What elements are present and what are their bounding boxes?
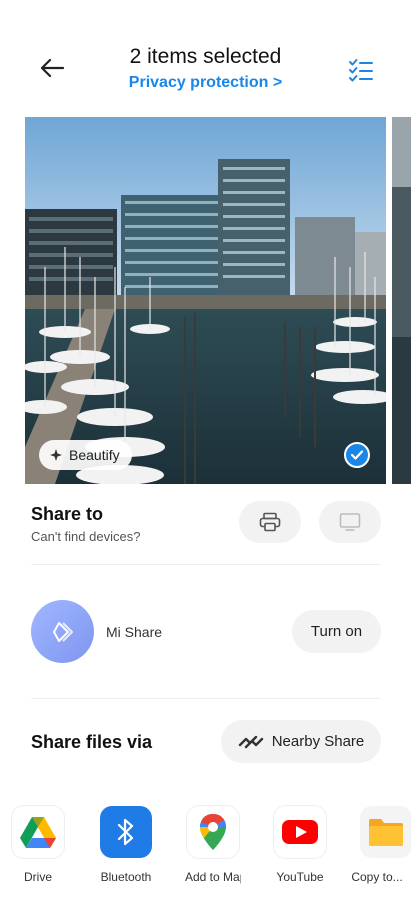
beautify-button[interactable]: Beautify (39, 440, 132, 470)
google-drive-icon (12, 806, 64, 858)
divider (31, 698, 381, 699)
tv-icon (339, 513, 361, 531)
turn-on-button[interactable]: Turn on (292, 610, 381, 653)
next-photo[interactable] (392, 117, 411, 484)
mi-share-icon (31, 600, 94, 663)
youtube-icon (274, 806, 326, 858)
share-files-via-title: Share files via (31, 732, 153, 752)
header: 2 items selected Privacy protection > (0, 0, 411, 110)
nearby-share-icon (238, 735, 263, 748)
app-label: Add to Maps (185, 870, 241, 884)
checklist-icon (349, 59, 373, 82)
app-bluetooth[interactable]: Bluetooth (86, 806, 166, 884)
cant-find-devices-link[interactable]: Can't find devices? (31, 529, 140, 544)
nearby-share-button[interactable]: Nearby Share (221, 720, 381, 763)
selected-checkbox[interactable] (344, 442, 370, 468)
photo-strip[interactable] (0, 117, 411, 485)
harbor-photo (25, 117, 386, 484)
share-to-title: Share to (31, 504, 104, 524)
app-google-maps[interactable]: Add to Maps (173, 806, 253, 884)
google-maps-icon (187, 806, 239, 858)
app-label: YouTube (276, 870, 324, 884)
app-drive[interactable]: Drive (0, 806, 78, 884)
tv-button[interactable] (319, 501, 381, 543)
divider (31, 564, 381, 565)
next-photo-preview (392, 117, 411, 484)
app-label: Drive (23, 870, 52, 884)
mi-share-label: Mi Share (106, 624, 163, 640)
printer-icon (259, 512, 281, 532)
app-label: Copy to... (351, 870, 403, 884)
bluetooth-icon (100, 806, 152, 858)
app-copy-to[interactable]: Copy to... (346, 806, 411, 884)
app-label: Bluetooth (100, 870, 152, 884)
select-all-button[interactable] (347, 56, 375, 84)
share-apps-row: Drive Bluetooth Add to Maps (0, 806, 411, 896)
beautify-label: Beautify (69, 447, 120, 463)
printer-button[interactable] (239, 501, 301, 543)
app-youtube[interactable]: YouTube (260, 806, 340, 884)
check-icon (350, 450, 364, 460)
nearby-share-label: Nearby Share (271, 733, 365, 750)
folder-icon (360, 806, 411, 858)
selected-photo[interactable] (25, 117, 386, 484)
sparkle-icon (50, 449, 62, 461)
